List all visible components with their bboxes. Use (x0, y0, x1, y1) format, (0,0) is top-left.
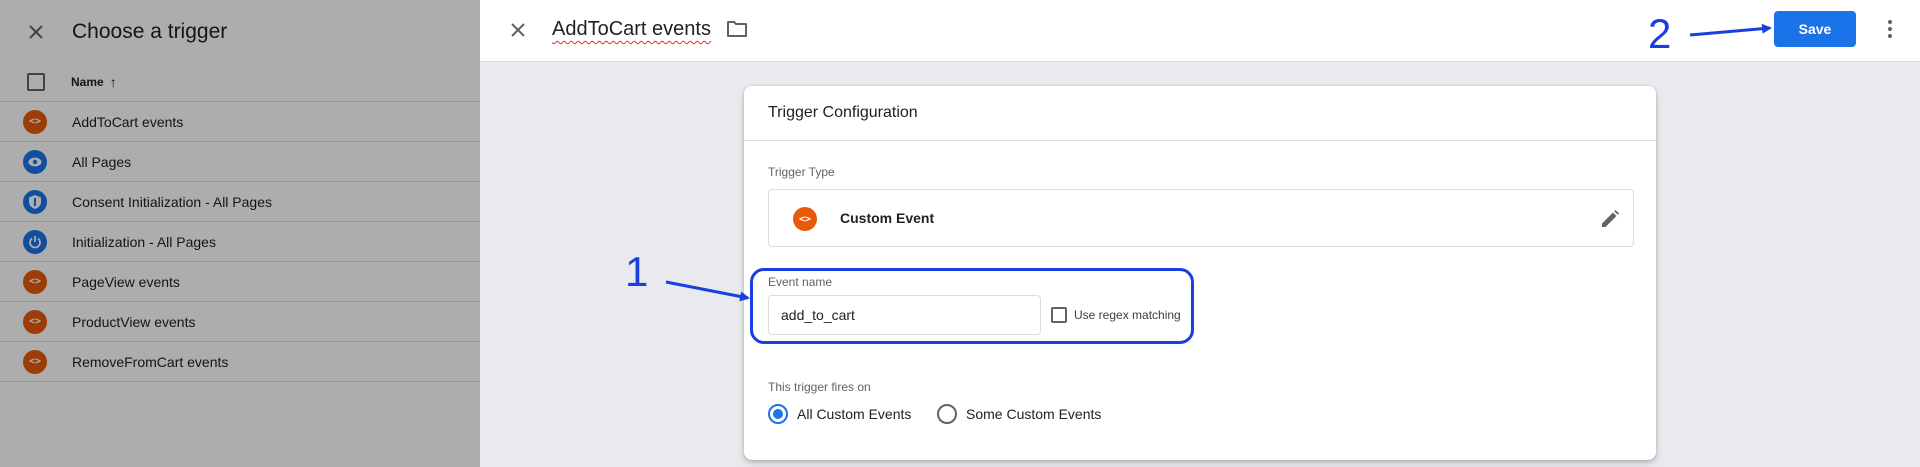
radio-label: All Custom Events (797, 406, 912, 422)
radio-label: Some Custom Events (966, 406, 1102, 422)
trigger-row-initialization[interactable]: Initialization - All Pages (0, 222, 480, 262)
card-header: Trigger Configuration (744, 86, 1656, 141)
card-title: Trigger Configuration (768, 104, 918, 121)
more-options-icon[interactable] (1878, 17, 1902, 41)
close-icon[interactable] (24, 20, 48, 44)
editor-header: AddToCart events Save (480, 0, 1920, 62)
trigger-label: ProductView events (72, 313, 196, 330)
code-icon: <> (23, 109, 47, 134)
pencil-icon[interactable] (1599, 208, 1621, 230)
trigger-row-addtocart[interactable]: <> AddToCart events (0, 102, 480, 142)
trigger-row-removefromcart[interactable]: <> RemoveFromCart events (0, 342, 480, 382)
trigger-editor-panel: AddToCart events Save Trigger Configurat… (480, 0, 1920, 467)
trigger-row-pageview[interactable]: <> PageView events (0, 262, 480, 302)
code-icon: <> (23, 309, 47, 334)
folder-icon[interactable] (726, 19, 750, 43)
name-column-label: Name (71, 74, 104, 89)
trigger-type-label: Trigger Type (768, 165, 835, 179)
trigger-label: Consent Initialization - All Pages (72, 193, 272, 210)
name-column-header[interactable]: Name ↑ (71, 74, 117, 90)
choose-trigger-title: Choose a trigger (72, 20, 228, 43)
annotation-step-2: 2 (1648, 10, 1672, 57)
trigger-label: AddToCart events (72, 113, 184, 130)
trigger-configuration-card: Trigger Configuration Trigger Type <> Cu… (744, 86, 1656, 460)
regex-checkbox[interactable]: Use regex matching (1051, 307, 1181, 323)
radio-button[interactable] (937, 404, 957, 424)
trigger-row-all-pages[interactable]: All Pages (0, 142, 480, 182)
radio-some-custom-events[interactable]: Some Custom Events (937, 404, 1101, 424)
radio-button-selected[interactable] (768, 404, 788, 424)
eye-icon (23, 149, 47, 174)
radio-all-custom-events[interactable]: All Custom Events (768, 404, 911, 424)
code-icon: <> (793, 207, 817, 231)
trigger-label: Initialization - All Pages (72, 233, 216, 250)
choose-trigger-header: Choose a trigger (0, 0, 480, 64)
event-name-input[interactable] (768, 295, 1041, 335)
sort-arrow-icon: ↑ (109, 73, 117, 90)
trigger-type-selector[interactable]: <> Custom Event (768, 189, 1634, 247)
trigger-label: PageView events (72, 273, 180, 290)
regex-checkbox-label: Use regex matching (1074, 308, 1181, 322)
trigger-row-consent-init[interactable]: Consent Initialization - All Pages (0, 182, 480, 222)
select-all-checkbox[interactable] (27, 72, 45, 91)
choose-trigger-panel: Choose a trigger Name ↑ <> AddToCart eve… (0, 0, 480, 467)
annotation-step-1: 1 (625, 248, 649, 295)
shield-icon (23, 189, 47, 214)
event-name-label: Event name (768, 275, 833, 289)
trigger-type-value: Custom Event (840, 210, 935, 226)
power-icon (23, 229, 47, 254)
save-button[interactable]: Save (1774, 11, 1856, 47)
regex-checkbox-box[interactable] (1051, 307, 1067, 323)
code-icon: <> (23, 349, 47, 374)
close-icon[interactable] (506, 18, 530, 42)
trigger-label: RemoveFromCart events (72, 353, 229, 370)
trigger-label: All Pages (72, 153, 132, 170)
trigger-name-title[interactable]: AddToCart events (552, 18, 711, 41)
fires-on-label: This trigger fires on (768, 380, 871, 394)
trigger-list-header: Name ↑ (0, 62, 480, 102)
trigger-row-productview[interactable]: <> ProductView events (0, 302, 480, 342)
code-icon: <> (23, 269, 47, 294)
